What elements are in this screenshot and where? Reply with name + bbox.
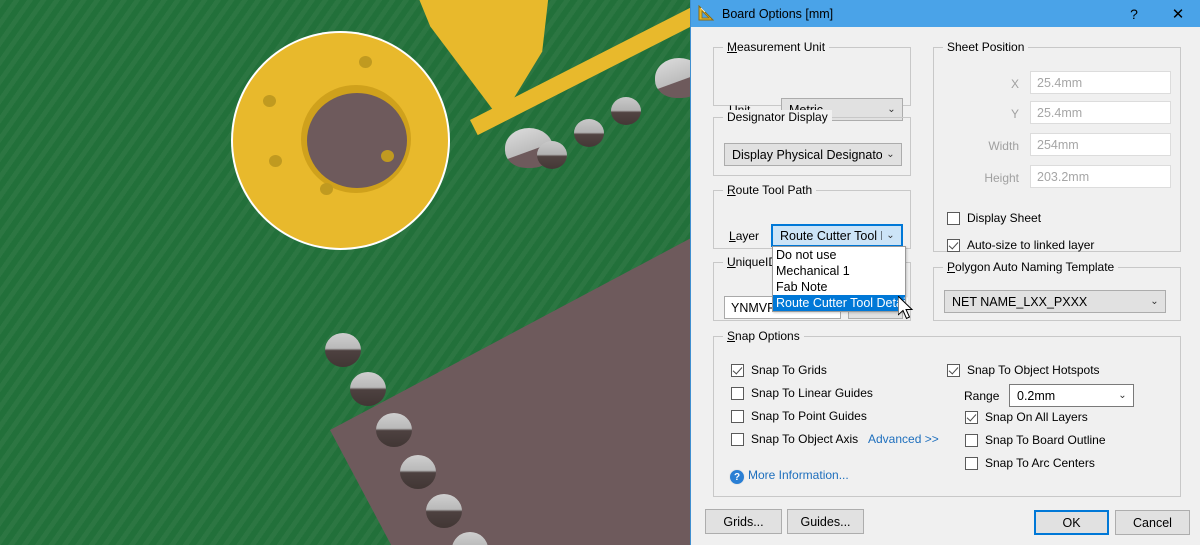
- designator-display-title: Designator Display: [723, 110, 832, 124]
- via: [376, 413, 412, 447]
- layer-label: Layer: [729, 229, 760, 243]
- ruler-triangle-icon: [698, 5, 715, 21]
- designator-display-combo[interactable]: Display Physical Designators ⌄: [724, 143, 902, 166]
- pad-via-dot: [320, 183, 333, 195]
- snap-to-object-hotspots-label: Snap To Object Hotspots: [967, 363, 1100, 377]
- via: [400, 455, 436, 489]
- chevron-down-icon: ⌄: [886, 230, 895, 241]
- question-mark-icon: ?: [729, 469, 745, 485]
- snap-to-grids-checkbox[interactable]: Snap To Grids: [731, 363, 827, 377]
- snap-to-point-guides-label: Snap To Point Guides: [751, 409, 867, 423]
- highlighted-pad-ring[interactable]: [233, 33, 448, 248]
- via: [537, 141, 567, 169]
- display-sheet-label: Display Sheet: [967, 211, 1042, 225]
- ok-button[interactable]: OK: [1034, 510, 1109, 535]
- sheet-width-label: Width: [988, 139, 1019, 153]
- chevron-down-icon: ⌄: [886, 149, 895, 160]
- checkbox-box: [965, 433, 978, 447]
- pcb-3d-view[interactable]: [0, 0, 692, 545]
- cancel-button[interactable]: Cancel: [1115, 510, 1190, 535]
- chevron-down-icon: ⌄: [1150, 296, 1159, 307]
- sheet-y-field[interactable]: 25.4mm: [1030, 101, 1171, 124]
- snap-to-board-outline-checkbox[interactable]: Snap To Board Outline: [965, 433, 1106, 447]
- pad-via-dot: [263, 95, 276, 107]
- layer-dropdown-list[interactable]: Do not use Mechanical 1 Fab Note Route Cutt…: [772, 246, 908, 312]
- checkbox-box: [731, 432, 744, 446]
- dialog-titlebar[interactable]: Board Options [mm] ? ✕: [691, 0, 1200, 27]
- pad-via-dot: [269, 155, 282, 167]
- checkbox-box: [947, 363, 960, 377]
- snap-to-object-axis-checkbox[interactable]: Snap To Object Axis: [731, 432, 858, 446]
- range-label: Range: [964, 389, 1000, 403]
- snap-to-board-outline-label: Snap To Board Outline: [985, 433, 1106, 447]
- snap-on-all-layers-checkbox[interactable]: Snap On All Layers: [965, 410, 1088, 424]
- snap-to-linear-guides-checkbox[interactable]: Snap To Linear Guides: [731, 386, 873, 400]
- sheet-x-field[interactable]: 25.4mm: [1030, 71, 1171, 94]
- layer-combo[interactable]: Route Cutter Tool De ⌄: [771, 224, 903, 247]
- layer-dropdown-option[interactable]: Route Cutter Tool Detail: [773, 295, 908, 311]
- via: [574, 119, 604, 147]
- checkbox-box: [731, 386, 744, 400]
- chevron-down-icon: ⌄: [887, 104, 896, 115]
- via: [426, 494, 462, 528]
- checkbox-box: [731, 409, 744, 423]
- snap-to-object-hotspots-checkbox[interactable]: Snap To Object Hotspots: [947, 363, 1100, 377]
- pad-via-dot: [381, 150, 394, 162]
- sheet-y-label: Y: [1010, 107, 1019, 121]
- snap-to-arc-centers-label: Snap To Arc Centers: [985, 456, 1095, 470]
- sheet-position-title: Sheet Position: [943, 40, 1029, 54]
- via: [350, 372, 386, 406]
- sheet-height-field[interactable]: 203.2mm: [1030, 165, 1171, 188]
- display-sheet-checkbox[interactable]: Display Sheet: [947, 211, 1041, 225]
- measurement-unit-title: Measurement Unit: [723, 40, 830, 54]
- pad-via-dot: [359, 56, 372, 68]
- via: [325, 333, 361, 367]
- layer-dropdown-option[interactable]: Fab Note: [773, 279, 905, 295]
- checkbox-box: [731, 363, 744, 377]
- route-tool-path-title: Route Tool Path: [723, 183, 817, 197]
- polygon-naming-combo[interactable]: NET NAME_LXX_PXXX ⌄: [944, 290, 1166, 313]
- help-button[interactable]: ?: [1112, 0, 1156, 27]
- range-combo[interactable]: 0.2mm ⌄: [1009, 384, 1134, 407]
- dialog-title: Board Options [mm]: [722, 6, 834, 21]
- close-button[interactable]: ✕: [1156, 0, 1200, 27]
- via: [611, 97, 641, 125]
- checkbox-box: [947, 238, 960, 252]
- guides-button[interactable]: Guides...: [787, 509, 864, 534]
- grids-button[interactable]: Grids...: [705, 509, 782, 534]
- chevron-down-icon: ⌄: [1118, 390, 1127, 401]
- sheet-width-field[interactable]: 254mm: [1030, 133, 1171, 156]
- board-options-dialog: Board Options [mm] ? ✕ Measurement Unit …: [690, 0, 1200, 545]
- pad-drill-hole: [307, 93, 407, 188]
- snap-to-grids-label: Snap To Grids: [751, 363, 827, 377]
- polygon-naming-title: Polygon Auto Naming Template: [943, 260, 1119, 274]
- edge-plated-pad: [655, 58, 692, 98]
- sheet-x-label: X: [1010, 77, 1019, 91]
- auto-size-label: Auto-size to linked layer: [967, 238, 1095, 252]
- auto-size-checkbox[interactable]: Auto-size to linked layer: [947, 238, 1094, 252]
- checkbox-box: [965, 456, 978, 470]
- advanced-link[interactable]: Advanced >>: [868, 432, 939, 446]
- sheet-height-label: Height: [984, 171, 1019, 185]
- layer-dropdown-option[interactable]: Do not use: [773, 247, 905, 263]
- snap-to-linear-guides-label: Snap To Linear Guides: [751, 386, 873, 400]
- snap-on-all-layers-label: Snap On All Layers: [985, 410, 1088, 424]
- snap-to-arc-centers-checkbox[interactable]: Snap To Arc Centers: [965, 456, 1095, 470]
- snap-to-point-guides-checkbox[interactable]: Snap To Point Guides: [731, 409, 867, 423]
- snap-options-title: Snap Options: [723, 329, 804, 343]
- checkbox-box: [947, 211, 960, 225]
- checkbox-box: [965, 410, 978, 424]
- layer-dropdown-option[interactable]: Mechanical 1: [773, 263, 905, 279]
- snap-to-object-axis-label: Snap To Object Axis: [751, 432, 859, 446]
- more-information-link[interactable]: More Information...: [748, 468, 849, 482]
